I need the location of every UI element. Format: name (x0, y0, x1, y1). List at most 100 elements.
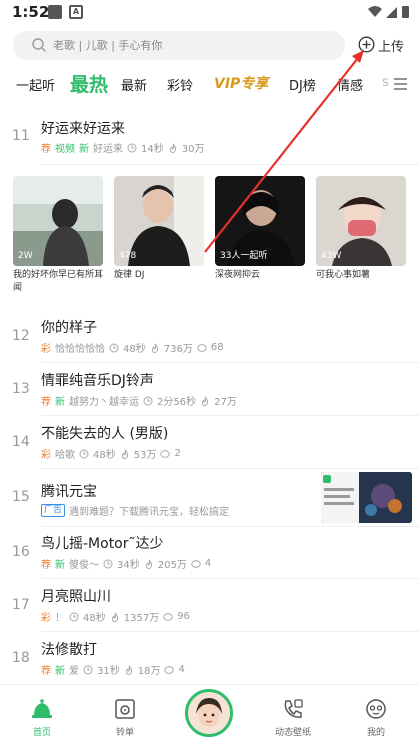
song-plays: 205万 (157, 560, 187, 571)
song-meta: 彩 恰恰恰恰恰 48秒 736万 68 (41, 340, 224, 355)
tab-hottest[interactable]: 最热 (70, 70, 108, 97)
song-row[interactable]: 12 你的样子 彩 恰恰恰恰恰 48秒 736万 68 (0, 314, 419, 364)
nav-live-wallpaper-label: 动态壁纸 (274, 728, 311, 738)
search-placeholder: 老歌 | 儿歌 | 手心有你 (53, 39, 163, 52)
song-meta: 彩 ！ 48秒 1357万 96 (41, 609, 190, 624)
song-title: 鸟儿摇-Motor˜达少 (41, 536, 164, 552)
tag-ringtone: 彩 (41, 344, 51, 355)
now-playing-avatar[interactable] (185, 689, 233, 737)
video-caption: 旋律 DJ (114, 270, 145, 280)
song-duration: 34秒 (117, 560, 140, 571)
song-meta: 彩 哈歌 48秒 53万 2 (41, 446, 181, 461)
tab-dj-chart[interactable]: DJ榜 (289, 75, 316, 94)
upload-label: 上传 (378, 40, 405, 55)
tag-ringtone: 彩 (41, 613, 51, 624)
comment-icon (164, 665, 175, 674)
song-row[interactable]: 11 好运来好运来 荐 视频 新 好运来 14秒 30万 (0, 116, 419, 166)
listeners-badge: 33人一起听 (220, 251, 268, 261)
song-row[interactable]: 13 情罪纯音乐DJ铃声 荐 新 越努力丶越幸运 2分56秒 27万 (0, 367, 419, 417)
clock-icon (69, 612, 79, 621)
menu-icon[interactable] (392, 77, 408, 91)
nav-profile[interactable]: 我的 (346, 685, 406, 744)
clock-icon (83, 665, 93, 674)
song-artist: 越努力丶越幸运 (69, 397, 139, 408)
song-title: 法修散打 (41, 642, 97, 658)
tag-new: 新 (55, 560, 65, 571)
song-title: 好运来好运来 (41, 121, 125, 137)
song-comments: 96 (177, 611, 190, 622)
rank-number: 12 (12, 328, 30, 344)
song-comments: 4 (204, 558, 212, 569)
search-icon (32, 38, 46, 52)
song-meta: 荐 新 越努力丶越幸运 2分56秒 27万 (41, 393, 237, 408)
clock-icon (127, 143, 137, 152)
nav-home[interactable]: 首页 (12, 685, 72, 744)
divider (41, 526, 419, 527)
divider (41, 415, 419, 416)
nav-profile-label: 我的 (366, 728, 385, 738)
song-comments: 4 (178, 664, 185, 675)
song-artist: 好运来 (93, 144, 123, 155)
nav-ringlist-label: 铃单 (115, 728, 134, 738)
likes-badge: 43W (321, 251, 342, 261)
song-comments: 2 (174, 448, 181, 459)
song-plays: 27万 (214, 397, 237, 408)
fire-icon (111, 612, 118, 622)
video-caption: 我的好坏你早已有所耳闻 (13, 270, 104, 293)
comment-icon (197, 343, 207, 352)
ad-meta: 广告 遇到难题？下载腾讯元宝，轻松搞定 (41, 503, 229, 518)
rank-number: 18 (12, 650, 30, 666)
tag-recommend: 荐 (41, 144, 51, 155)
song-row[interactable]: 14 不能失去的人 (男版) 彩 哈歌 48秒 53万 2 (0, 420, 419, 470)
tab-newest[interactable]: 最新 (121, 75, 147, 94)
song-row[interactable]: 16 鸟儿摇-Motor˜达少 荐 新 傻俊～ 34秒 205万 4 (0, 530, 419, 580)
nav-ringlist[interactable]: 铃单 (95, 685, 155, 744)
tab-together[interactable]: 一起听 (16, 75, 55, 94)
status-time: 1:52 (12, 3, 50, 21)
tab-vip[interactable]: VIP专享 (214, 73, 268, 93)
app-notification-icon: A (69, 5, 83, 19)
ad-badge: 广告 (41, 504, 66, 517)
song-title: 不能失去的人 (男版) (41, 426, 169, 442)
video-thumbnail: 478 (114, 176, 204, 266)
ad-description: 遇到难题？下载腾讯元宝，轻松搞定 (69, 507, 230, 518)
signal-battery-icons (368, 6, 409, 18)
song-row[interactable]: 17 月亮照山川 彩 ！ 48秒 1357万 96 (0, 583, 419, 633)
rank-number: 16 (12, 544, 30, 560)
song-plays: 18万 (137, 666, 161, 677)
ad-image[interactable] (321, 472, 412, 523)
song-artist: 哈歌 (55, 450, 75, 461)
status-bar: 1:52 A (0, 0, 419, 26)
clock-icon (103, 559, 113, 568)
song-plays: 1357万 (123, 613, 160, 624)
video-thumbnail: 33人一起听 (215, 176, 305, 266)
tab-ringtone[interactable]: 彩铃 (167, 75, 193, 94)
video-caption: 深夜网抑云 (215, 270, 261, 280)
category-tabs: 一起听 最热 最新 彩铃 VIP专享 DJ榜 情感 s (0, 66, 419, 102)
song-duration: 2分56秒 (157, 397, 197, 408)
tag-recommend: 荐 (41, 666, 51, 677)
clock-icon (109, 343, 119, 352)
phone-wallpaper-icon (284, 699, 303, 718)
rank-number: 11 (12, 128, 30, 144)
song-meta: 荐 新 傻俊～ 34秒 205万 4 (41, 556, 211, 571)
search-input[interactable]: 老歌 | 儿歌 | 手心有你 (13, 31, 345, 60)
tab-emotion[interactable]: 情感 (337, 75, 363, 94)
nav-live-wallpaper[interactable]: 动态壁纸 (263, 685, 323, 744)
song-duration: 14秒 (141, 144, 164, 155)
tag-recommend: 荐 (41, 560, 51, 571)
song-title: 你的样子 (41, 320, 97, 336)
tab-more-partial[interactable]: s (382, 75, 389, 90)
profile-face-icon (366, 699, 386, 719)
rank-number: 13 (12, 381, 30, 397)
divider (41, 362, 419, 363)
divider (41, 164, 419, 165)
fire-icon (125, 665, 132, 675)
song-row[interactable]: 18 法修散打 荐 新 爱 31秒 18万 4 (0, 636, 419, 684)
song-duration: 48秒 (123, 344, 146, 355)
tag-recommend: 荐 (41, 397, 51, 408)
likes-badge: 2W (18, 251, 33, 261)
tag-ringtone: 彩 (41, 450, 51, 461)
song-meta: 荐 新 爱 31秒 18万 4 (41, 662, 185, 677)
song-artist: ！ (55, 613, 65, 624)
